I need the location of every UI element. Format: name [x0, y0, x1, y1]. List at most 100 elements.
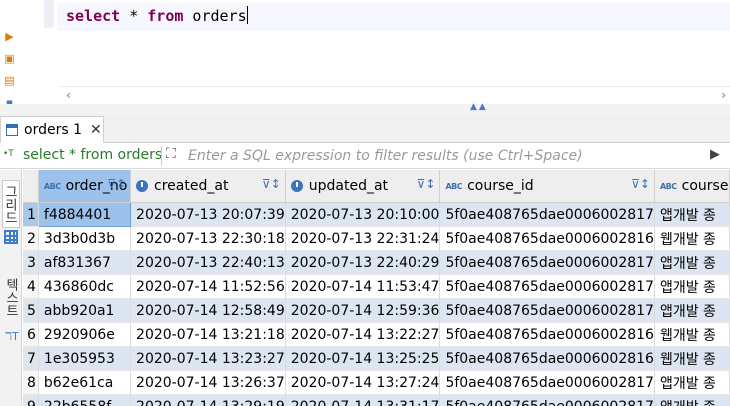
table-row[interactable]: 2 3d3b0d3b 2020-07-13 22:30:18 2020-07-13 2… [23, 226, 730, 251]
row-number-header[interactable] [23, 170, 39, 203]
cell-order-no[interactable]: af831367 [38, 250, 132, 275]
cell-course[interactable]: 앱개발 종 [654, 394, 730, 406]
cell-updated-at[interactable]: 2020-07-14 13:31:17 [285, 394, 441, 406]
column-header-course-id[interactable]: ABC course_id ⊽↕ [439, 170, 655, 203]
row-number[interactable]: 9 [23, 394, 39, 406]
scroll-right-icon[interactable]: › [721, 88, 726, 102]
tab-grid[interactable]: 그리드 [2, 180, 20, 228]
table-row[interactable]: 922b6558f2020-07-14 13:29:192020-07-14 1… [23, 394, 730, 406]
editor-horizontal-scrollbar[interactable]: ‹ › [58, 86, 730, 104]
cell-course-id[interactable]: 5f0ae408765dae0006002816 [439, 346, 655, 371]
filter-history-icon[interactable]: •T [3, 149, 14, 159]
scroll-left-icon[interactable]: ‹ [66, 88, 71, 102]
splitter-arrows-icon[interactable]: ▲▲ [470, 102, 488, 112]
cell-created-at[interactable]: 2020-07-14 11:52:56 [130, 274, 286, 299]
cell-order-no[interactable]: 436860dc [38, 274, 132, 299]
cell-created-at[interactable]: 2020-07-14 12:58:49 [130, 298, 286, 323]
filter-query-text: select * from orders [23, 147, 163, 163]
cell-updated-at[interactable]: 2020-07-13 20:10:00 [285, 202, 441, 227]
cell-updated-at[interactable]: 2020-07-14 13:25:25 [285, 346, 441, 371]
column-name: updated_at [308, 178, 389, 194]
cell-course-id[interactable]: 5f0ae408765dae0006002817 [439, 394, 655, 406]
close-icon[interactable]: ✕ [90, 122, 102, 138]
explain-plan-icon[interactable]: ▤ [3, 74, 16, 87]
cell-order-no[interactable]: 1e305953 [38, 346, 132, 371]
text-view-icon[interactable]: ℸT [5, 330, 19, 343]
string-type-icon: ABC [659, 181, 677, 191]
cell-course-id[interactable]: 5f0ae408765dae0006002817 [439, 250, 655, 275]
cell-course[interactable]: 웹개발 종 [654, 346, 730, 371]
grid-icon[interactable] [4, 230, 18, 244]
table-row[interactable]: 3 af831367 2020-07-13 22:40:13 2020-07-13 2… [23, 250, 730, 275]
tab-orders-1[interactable]: orders 1 ✕ [0, 116, 104, 143]
column-header-created-at[interactable]: created_at ⊽↕ [130, 170, 286, 203]
execute-statement-icon[interactable]: ▶ [3, 30, 16, 43]
cell-course[interactable]: 앱개발 종 [654, 250, 730, 275]
cell-created-at[interactable]: 2020-07-14 13:29:19 [130, 394, 286, 406]
table-row[interactable]: 4 436860dc 2020-07-14 11:52:56 2020-07-14 1… [23, 274, 730, 299]
table-row[interactable]: 1 f4884401 2020-07-13 20:07:39 2020-07-13 2… [23, 202, 730, 227]
cell-created-at[interactable]: 2020-07-13 22:30:18 [130, 226, 286, 251]
cell-course-id[interactable]: 5f0ae408765dae0006002817 [439, 274, 655, 299]
table-row[interactable]: 6 2920906e 2020-07-14 13:21:18 2020-07-14 1… [23, 322, 730, 347]
cell-updated-at[interactable]: 2020-07-13 22:31:24 [285, 226, 441, 251]
tab-label: orders 1 [24, 122, 82, 138]
cell-course-id[interactable]: 5f0ae408765dae0006002816 [439, 226, 655, 251]
column-header-course[interactable]: ABC course [654, 170, 730, 203]
cell-order-no[interactable]: 22b6558f [38, 394, 132, 406]
cell-course-id[interactable]: 5f0ae408765dae0006002817 [439, 298, 655, 323]
cell-created-at[interactable]: 2020-07-14 13:21:18 [130, 322, 286, 347]
cell-course[interactable]: 앱개발 종 [654, 298, 730, 323]
row-number[interactable]: 2 [23, 226, 39, 251]
cell-order-no[interactable]: abb920a1 [38, 298, 132, 323]
cell-course[interactable]: 웹개발 종 [654, 322, 730, 347]
cell-updated-at[interactable]: 2020-07-14 13:27:24 [285, 370, 441, 395]
filter-input[interactable] [188, 146, 698, 166]
sql-table-name: orders [183, 7, 247, 25]
sort-filter-icon[interactable]: ⊽↕ [107, 177, 126, 191]
cell-updated-at[interactable]: 2020-07-13 22:40:29 [285, 250, 441, 275]
results-grid[interactable]: ABC order_no ⊽↕ created_at ⊽↕ updated_at … [23, 170, 730, 406]
sort-filter-icon[interactable]: ⊽↕ [631, 177, 650, 191]
cell-course[interactable]: 앱개발 종 [654, 370, 730, 395]
row-number[interactable]: 1 [23, 202, 39, 227]
row-number[interactable]: 8 [23, 370, 39, 395]
row-number[interactable]: 4 [23, 274, 39, 299]
tab-text[interactable]: 텍스트 [2, 266, 20, 328]
apply-filter-icon[interactable]: ▶ [710, 147, 720, 162]
cell-created-at[interactable]: 2020-07-14 13:23:27 [130, 346, 286, 371]
cell-course-id[interactable]: 5f0ae408765dae0006002816 [439, 322, 655, 347]
cell-course-id[interactable]: 5f0ae408765dae0006002817 [439, 202, 655, 227]
cell-order-no[interactable]: f4884401 [37, 202, 132, 227]
cell-updated-at[interactable]: 2020-07-14 11:53:47 [285, 274, 441, 299]
cell-order-no[interactable]: b62e61ca [38, 370, 132, 395]
execute-script-icon[interactable]: ▣ [3, 52, 16, 65]
cell-order-no[interactable]: 2920906e [38, 322, 132, 347]
editor-results-splitter[interactable]: ▲▲ [0, 102, 730, 114]
cell-course[interactable]: 앱개발 종 [654, 274, 730, 299]
sort-filter-icon[interactable]: ⊽↕ [417, 177, 436, 191]
cell-created-at[interactable]: 2020-07-14 13:26:37 [130, 370, 286, 395]
expand-icon[interactable]: ⛶ [166, 146, 176, 162]
cell-created-at[interactable]: 2020-07-13 22:40:13 [130, 250, 286, 275]
row-number[interactable]: 6 [23, 322, 39, 347]
sql-editor[interactable]: ▶ ▣ ▤ ▪ select * from orders ‹ › [0, 0, 730, 112]
sql-statement[interactable]: select * from orders [66, 6, 248, 26]
results-table: ABC order_no ⊽↕ created_at ⊽↕ updated_at … [23, 170, 730, 406]
table-row[interactable]: 7 1e305953 2020-07-14 13:23:27 2020-07-14 1… [23, 346, 730, 371]
row-number[interactable]: 5 [23, 298, 39, 323]
table-row[interactable]: 8 b62e61ca 2020-07-14 13:26:37 2020-07-14 1… [23, 370, 730, 395]
column-header-updated-at[interactable]: updated_at ⊽↕ [285, 170, 441, 203]
row-number[interactable]: 7 [23, 346, 39, 371]
cell-course[interactable]: 웹개발 종 [654, 226, 730, 251]
table-row[interactable]: 5 abb920a1 2020-07-14 12:58:49 2020-07-14 1… [23, 298, 730, 323]
cell-order-no[interactable]: 3d3b0d3b [38, 226, 132, 251]
sort-filter-icon[interactable]: ⊽↕ [262, 177, 281, 191]
column-header-order-no[interactable]: ABC order_no ⊽↕ [38, 170, 132, 203]
cell-updated-at[interactable]: 2020-07-14 12:59:36 [285, 298, 441, 323]
cell-course[interactable]: 앱개발 종 [654, 202, 730, 227]
cell-updated-at[interactable]: 2020-07-14 13:22:27 [285, 322, 441, 347]
cell-created-at[interactable]: 2020-07-13 20:07:39 [130, 202, 286, 227]
cell-course-id[interactable]: 5f0ae408765dae0006002817 [439, 370, 655, 395]
row-number[interactable]: 3 [23, 250, 39, 275]
